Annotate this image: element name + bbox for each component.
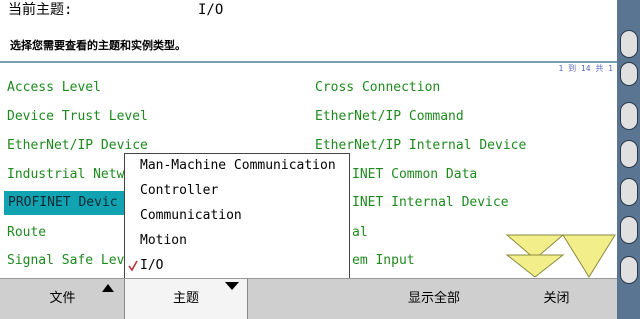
list-item-signal[interactable]: al [352, 221, 368, 245]
list-item-route[interactable]: Route [7, 221, 46, 245]
list-item-cross-connection[interactable]: Cross Connection [315, 76, 440, 100]
popup-item-io[interactable]: I/O [140, 254, 163, 278]
show-all-button[interactable]: 显示全部 [372, 279, 496, 319]
list-item-profinet-device[interactable]: PROFINET Devic [4, 191, 128, 215]
list-item-system-input[interactable]: em Input [352, 249, 415, 273]
current-topic-label: 当前主题: [8, 2, 73, 18]
popup-item-communication[interactable]: Communication [140, 204, 242, 228]
caret-down-icon [225, 282, 239, 290]
current-topic-value: I/O [198, 2, 224, 18]
side-key-4[interactable] [620, 140, 638, 168]
popup-item-motion[interactable]: Motion [140, 229, 187, 253]
header: 当前主题: I/O 选择您需要查看的主题和实例类型。 [0, 0, 617, 62]
side-key-3[interactable] [620, 102, 638, 130]
side-key-2[interactable] [620, 62, 638, 86]
list-item-profinet-common-data[interactable]: INET Common Data [352, 163, 477, 187]
list-item-device-trust-level[interactable]: Device Trust Level [7, 105, 148, 129]
file-button[interactable]: 文件 [0, 279, 125, 319]
checkmark-icon [128, 260, 138, 272]
popup-item-man-machine-communication[interactable]: Man-Machine Communication [140, 154, 336, 178]
side-key-6[interactable] [620, 216, 638, 244]
bottom-toolbar: 文件 主题 显示全部 关闭 [0, 278, 617, 319]
list-item-industrial-network[interactable]: Industrial Netw [7, 163, 124, 187]
popup-item-controller[interactable]: Controller [140, 179, 218, 203]
scroll-down-icon[interactable] [505, 233, 617, 279]
list-item-profinet-internal-device[interactable]: INET Internal Device [352, 191, 509, 215]
topic-button-label: 主题 [172, 291, 199, 306]
list-item-signal-safe-level[interactable]: Signal Safe Lev [7, 249, 124, 273]
list-item-access-level[interactable]: Access Level [7, 76, 101, 100]
right-key-strip [617, 0, 640, 319]
side-key-5[interactable] [620, 178, 638, 206]
file-button-label: 文件 [49, 291, 76, 306]
close-button[interactable]: 关闭 [496, 279, 617, 319]
list-item-ethernetip-command[interactable]: EtherNet/IP Command [315, 105, 464, 129]
instruction-text: 选择您需要查看的主题和实例类型。 [10, 39, 186, 52]
page-indicator: 1 到 14 共 1 [558, 64, 613, 73]
topic-button[interactable]: 主题 [124, 279, 248, 319]
side-key-7[interactable] [620, 256, 638, 284]
side-key-1[interactable] [620, 30, 638, 58]
caret-up-icon [102, 284, 114, 292]
